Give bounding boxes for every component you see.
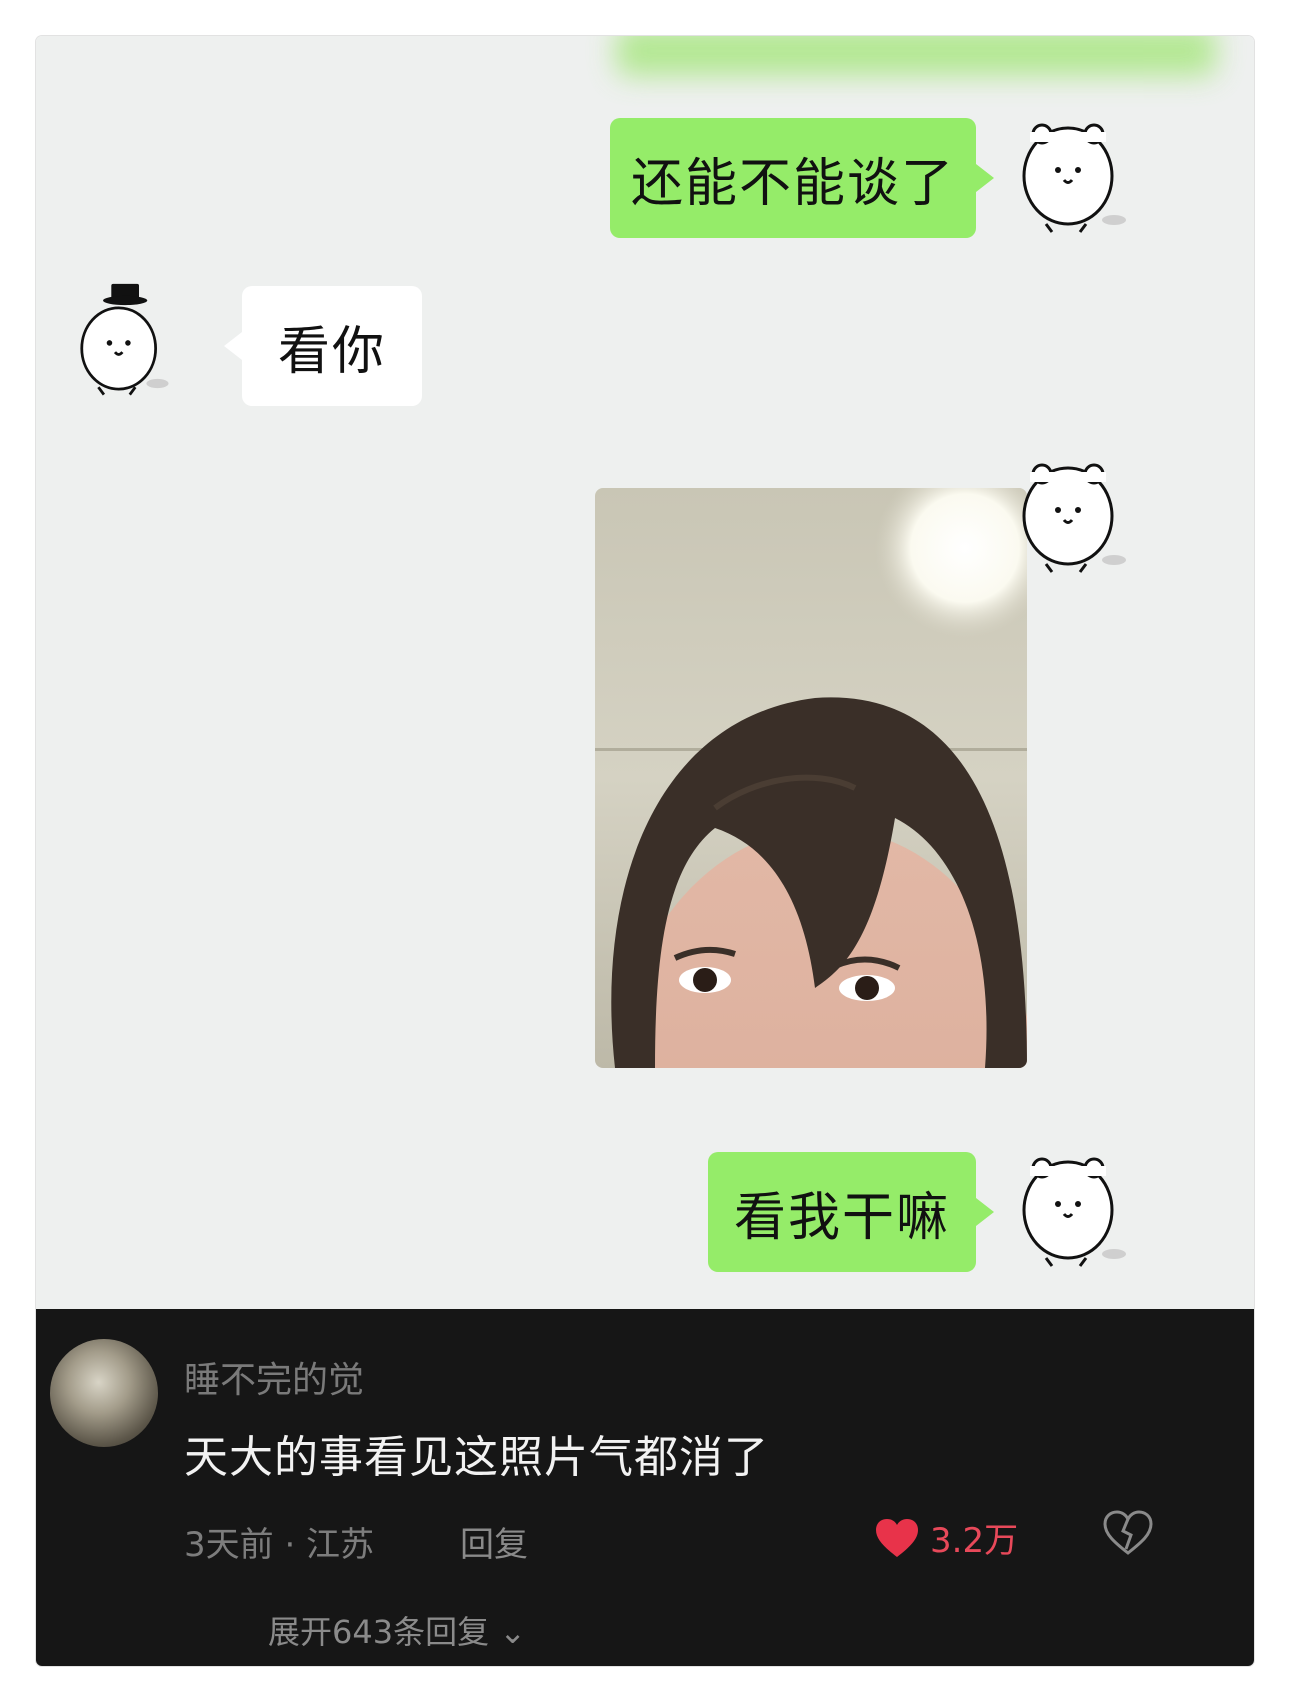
comment-text: 天大的事看见这照片气都消了: [184, 1432, 769, 1483]
comment-section: 睡不完的觉 天大的事看见这照片气都消了 3天前 · 江苏 回复 3.2万 展开6…: [36, 1309, 1254, 1666]
bubble-tail: [976, 164, 994, 192]
message-text: 看你: [277, 321, 386, 382]
chevron-down-icon: ⌄: [499, 1613, 527, 1647]
bear-avatar-icon[interactable]: [1016, 454, 1126, 574]
bubble-tail: [976, 1198, 994, 1226]
bubble-tail: [224, 332, 242, 360]
screenshot-frame: 还能不能谈了 看你 看我干嘛 睡不完的觉 天大的事看见这照片气都消了 3天前 ·…: [36, 36, 1254, 1666]
partial-bubble-edge: [616, 36, 1216, 76]
selfie-photo: [595, 488, 1027, 1068]
commenter-avatar[interactable]: [50, 1339, 158, 1447]
expand-replies-link[interactable]: 展开643条回复 ⌄: [268, 1607, 526, 1647]
bear-with-hat-avatar-icon[interactable]: [72, 282, 182, 402]
like-button[interactable]: 3.2万: [874, 1513, 1018, 1562]
message-text: 还能不能谈了: [630, 153, 955, 214]
broken-heart-icon[interactable]: [1102, 1509, 1154, 1557]
photo-message[interactable]: [595, 488, 1027, 1068]
message-text: 看我干嘛: [733, 1187, 950, 1248]
expand-replies-label: 展开643条回复: [268, 1613, 490, 1647]
bear-avatar-icon[interactable]: [1016, 1148, 1126, 1268]
heart-icon: [876, 1518, 918, 1557]
chat-area: 还能不能谈了 看你 看我干嘛: [36, 36, 1254, 1309]
comment-meta: 3天前 · 江苏: [184, 1525, 375, 1565]
commenter-username[interactable]: 睡不完的觉: [184, 1351, 364, 1403]
message-bubble-sent[interactable]: 看我干嘛: [708, 1152, 976, 1272]
message-bubble-sent[interactable]: 还能不能谈了: [610, 118, 976, 238]
message-bubble-received[interactable]: 看你: [242, 286, 422, 406]
reply-button[interactable]: 回复: [460, 1517, 528, 1566]
like-count: 3.2万: [930, 1521, 1019, 1561]
bear-avatar-icon[interactable]: [1016, 114, 1126, 234]
